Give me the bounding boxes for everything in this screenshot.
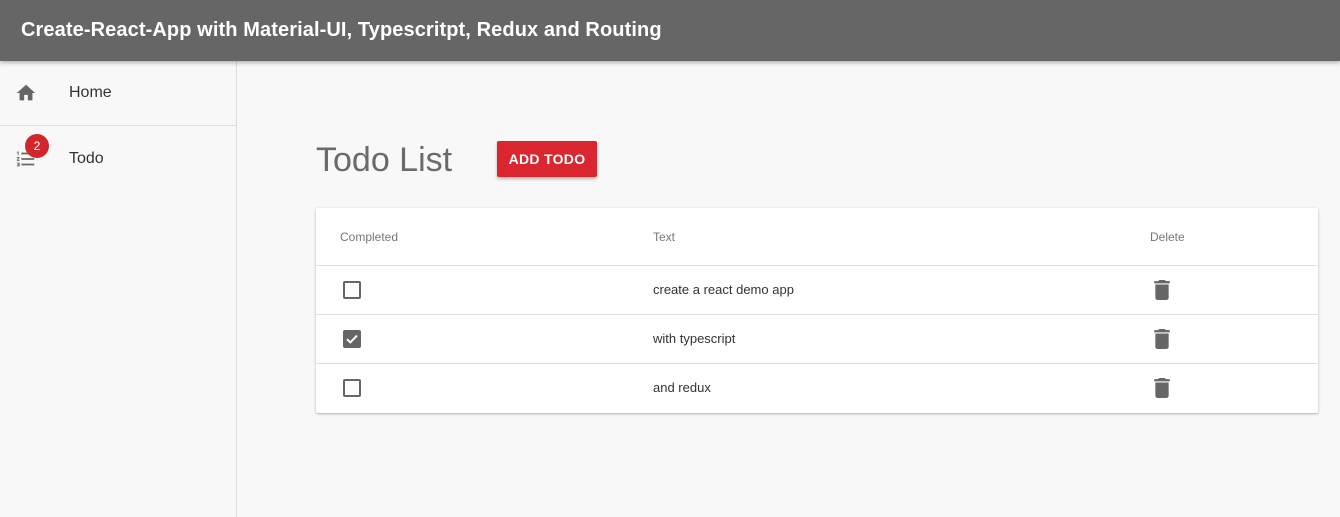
todo-text: and redux	[653, 380, 711, 395]
table-row: create a react demo app	[316, 266, 1318, 315]
todo-text: create a react demo app	[653, 282, 794, 297]
trash-icon[interactable]	[1154, 280, 1170, 300]
sidebar-item-label: Todo	[69, 149, 104, 167]
todo-text: with typescript	[653, 331, 736, 346]
nav-drawer: Home 2 Todo	[0, 61, 237, 517]
completed-checkbox[interactable]	[343, 281, 361, 299]
sidebar-item-todo[interactable]: 2 Todo	[0, 126, 236, 191]
table-header: Completed Text Delete	[316, 208, 1318, 266]
todo-count-badge: 2	[25, 134, 49, 158]
column-header-completed: Completed	[340, 230, 399, 244]
column-header-text: Text	[653, 230, 676, 244]
home-icon	[15, 82, 37, 104]
trash-icon[interactable]	[1154, 329, 1170, 349]
table-row: with typescript	[316, 315, 1318, 364]
completed-checkbox[interactable]	[343, 330, 361, 348]
completed-checkbox[interactable]	[343, 379, 361, 397]
page-title: Todo List	[316, 141, 453, 179]
table-row: and redux	[316, 364, 1318, 413]
sidebar-item-label: Home	[69, 84, 112, 101]
app-title: Create-React-App with Material-UI, Types…	[21, 19, 662, 41]
app-bar: Create-React-App with Material-UI, Types…	[0, 0, 1340, 61]
main-content: Todo List ADD TODO Completed Text Delete…	[237, 61, 1340, 517]
column-header-delete: Delete	[1150, 230, 1185, 244]
add-todo-button[interactable]: ADD TODO	[497, 141, 597, 177]
todo-table: Completed Text Delete create a react dem…	[316, 208, 1318, 413]
trash-icon[interactable]	[1154, 378, 1170, 398]
sidebar-item-home[interactable]: Home	[0, 61, 236, 126]
